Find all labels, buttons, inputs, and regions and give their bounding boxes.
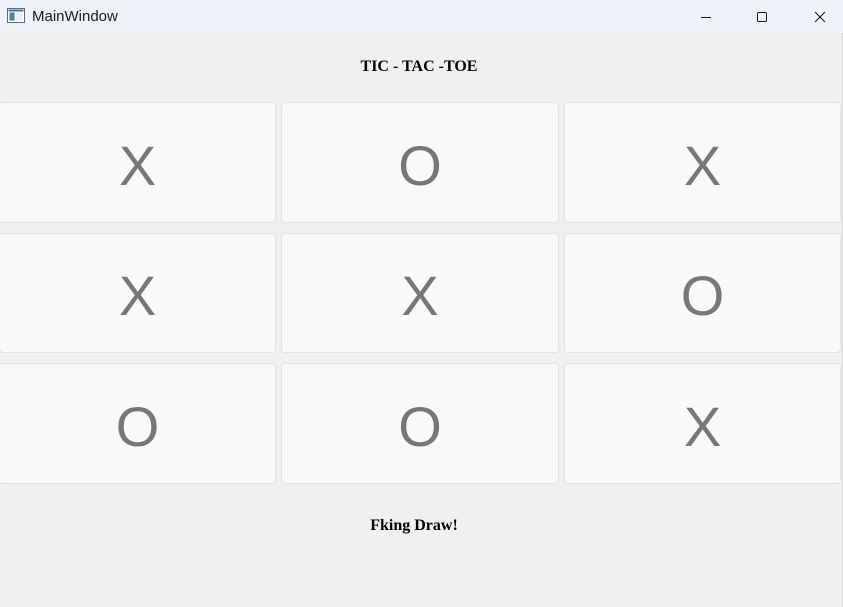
board-cell-9[interactable]: X: [564, 363, 841, 484]
cell-mark: O: [115, 394, 160, 458]
board-cell-3[interactable]: X: [564, 102, 841, 223]
cell-mark: O: [398, 394, 442, 458]
cell-mark: O: [680, 264, 725, 327]
board-cell-6[interactable]: O: [564, 233, 841, 353]
cell-mark: X: [683, 133, 722, 197]
cell-mark: X: [683, 394, 722, 458]
board-cell-2[interactable]: O: [281, 102, 559, 223]
board-cell-1[interactable]: X: [0, 102, 276, 223]
main-window: MainWindow TIC - TAC -TOE X O X X X O O …: [0, 0, 843, 607]
cell-mark: X: [118, 264, 157, 327]
board-cell-5[interactable]: X: [281, 233, 559, 353]
board-cell-4[interactable]: X: [0, 233, 276, 353]
cell-mark: X: [401, 264, 439, 327]
board-cell-8[interactable]: O: [281, 363, 559, 484]
board-cell-7[interactable]: O: [0, 363, 276, 484]
cell-mark: O: [398, 133, 442, 197]
cell-mark: X: [118, 133, 157, 197]
game-status: Fking Draw!: [370, 517, 458, 534]
